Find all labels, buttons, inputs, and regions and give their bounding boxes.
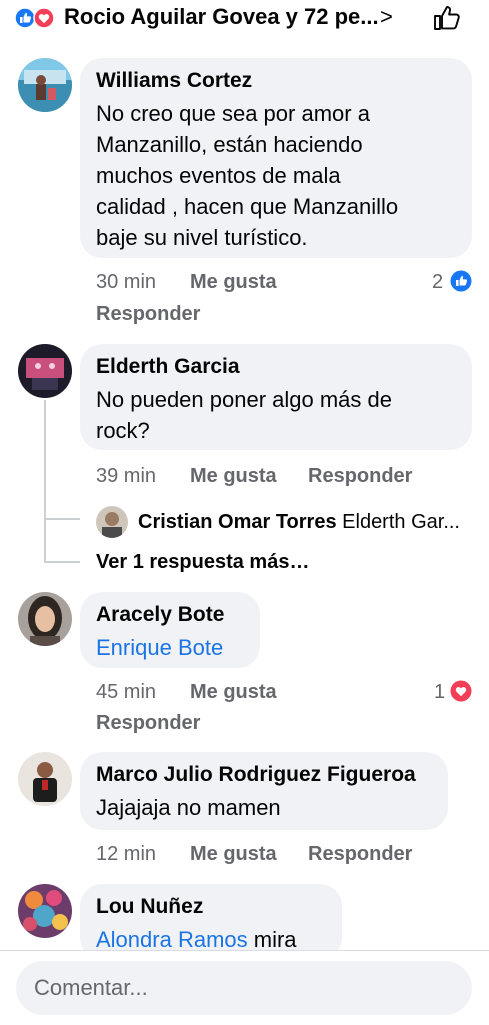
- like-button[interactable]: Me gusta: [190, 464, 277, 488]
- comment-bubble[interactable]: Marco Julio Rodriguez Figueroa Jajajaja …: [80, 752, 448, 830]
- thread-line: [44, 518, 80, 520]
- love-icon: [450, 680, 472, 702]
- avatar[interactable]: [18, 58, 72, 112]
- like-icon: [14, 7, 36, 29]
- love-icon: [33, 7, 55, 29]
- comment-text: Manzanillo, están haciendo: [96, 132, 363, 157]
- reply-snippet: Elderth Gar...: [342, 511, 460, 533]
- thread-line: [44, 561, 80, 563]
- reply-button[interactable]: Responder: [308, 842, 412, 866]
- comment-text: No pueden poner algo más de: [96, 387, 392, 412]
- mention-link[interactable]: Alondra Ramos: [96, 927, 248, 952]
- avatar[interactable]: [18, 344, 72, 398]
- comment-author[interactable]: Williams Cortez: [96, 68, 252, 94]
- reply-author[interactable]: Cristian Omar Torres: [138, 511, 337, 533]
- comment-bubble[interactable]: Aracely Bote Enrique Bote: [80, 592, 260, 668]
- comment-bubble[interactable]: Elderth Garcia No pueden poner algo más …: [80, 344, 472, 450]
- comment-text: No creo que sea por amor a: [96, 101, 370, 126]
- chevron-right-icon[interactable]: >: [380, 3, 393, 31]
- comment-author[interactable]: Marco Julio Rodriguez Figueroa: [96, 762, 416, 788]
- comment-text: muchos eventos de mala: [96, 163, 341, 188]
- reaction-icons: [14, 7, 55, 29]
- view-more-replies[interactable]: Ver 1 respuesta más…: [96, 549, 309, 575]
- avatar[interactable]: [18, 752, 72, 806]
- reply-button[interactable]: Responder: [96, 711, 200, 735]
- comment-bubble[interactable]: Lou Nuñez Alondra Ramos mira: [80, 884, 342, 960]
- reply-preview[interactable]: Cristian Omar Torres Elderth Gar...: [138, 509, 460, 535]
- comment-text: Jajajaja no mamen: [96, 795, 281, 820]
- comment-author[interactable]: Lou Nuñez: [96, 894, 203, 920]
- reaction-count[interactable]: 2: [432, 270, 443, 294]
- comment-text: rock?: [96, 418, 150, 443]
- reactions-header[interactable]: Rocio Aguilar Govea y 72 pe... >: [0, 0, 489, 36]
- like-icon: [450, 270, 472, 292]
- comment-text-suffix: mira: [247, 927, 297, 952]
- mention-link[interactable]: Enrique Bote: [96, 632, 223, 663]
- comment-composer: [0, 950, 489, 1025]
- avatar[interactable]: [18, 592, 72, 646]
- avatar[interactable]: [96, 506, 128, 538]
- comment-timestamp: 45 min: [96, 681, 157, 703]
- reply-button[interactable]: Responder: [308, 464, 412, 488]
- comment-bubble[interactable]: Williams Cortez No creo que sea por amor…: [80, 58, 472, 258]
- reactors-summary[interactable]: Rocio Aguilar Govea y 72 pe...: [64, 3, 379, 31]
- reaction-count[interactable]: 1: [434, 680, 445, 704]
- like-button[interactable]: Me gusta: [190, 680, 277, 704]
- thumbs-up-outline-icon[interactable]: [432, 4, 462, 32]
- reply-button[interactable]: Responder: [96, 302, 200, 326]
- comment-input[interactable]: [16, 961, 472, 1015]
- comment-timestamp: 39 min: [96, 465, 157, 487]
- comment-timestamp: 12 min: [96, 843, 157, 865]
- like-button[interactable]: Me gusta: [190, 842, 277, 866]
- comment-author[interactable]: Elderth Garcia: [96, 354, 240, 380]
- comment-text: calidad , hacen que Manzanillo: [96, 194, 399, 219]
- comment-timestamp: 30 min: [96, 271, 157, 293]
- thread-line: [44, 520, 46, 562]
- thread-line: [44, 400, 46, 520]
- avatar[interactable]: [18, 884, 72, 938]
- like-button[interactable]: Me gusta: [190, 270, 277, 294]
- comment-text: baje su nivel turístico.: [96, 225, 308, 250]
- comment-author[interactable]: Aracely Bote: [96, 602, 224, 628]
